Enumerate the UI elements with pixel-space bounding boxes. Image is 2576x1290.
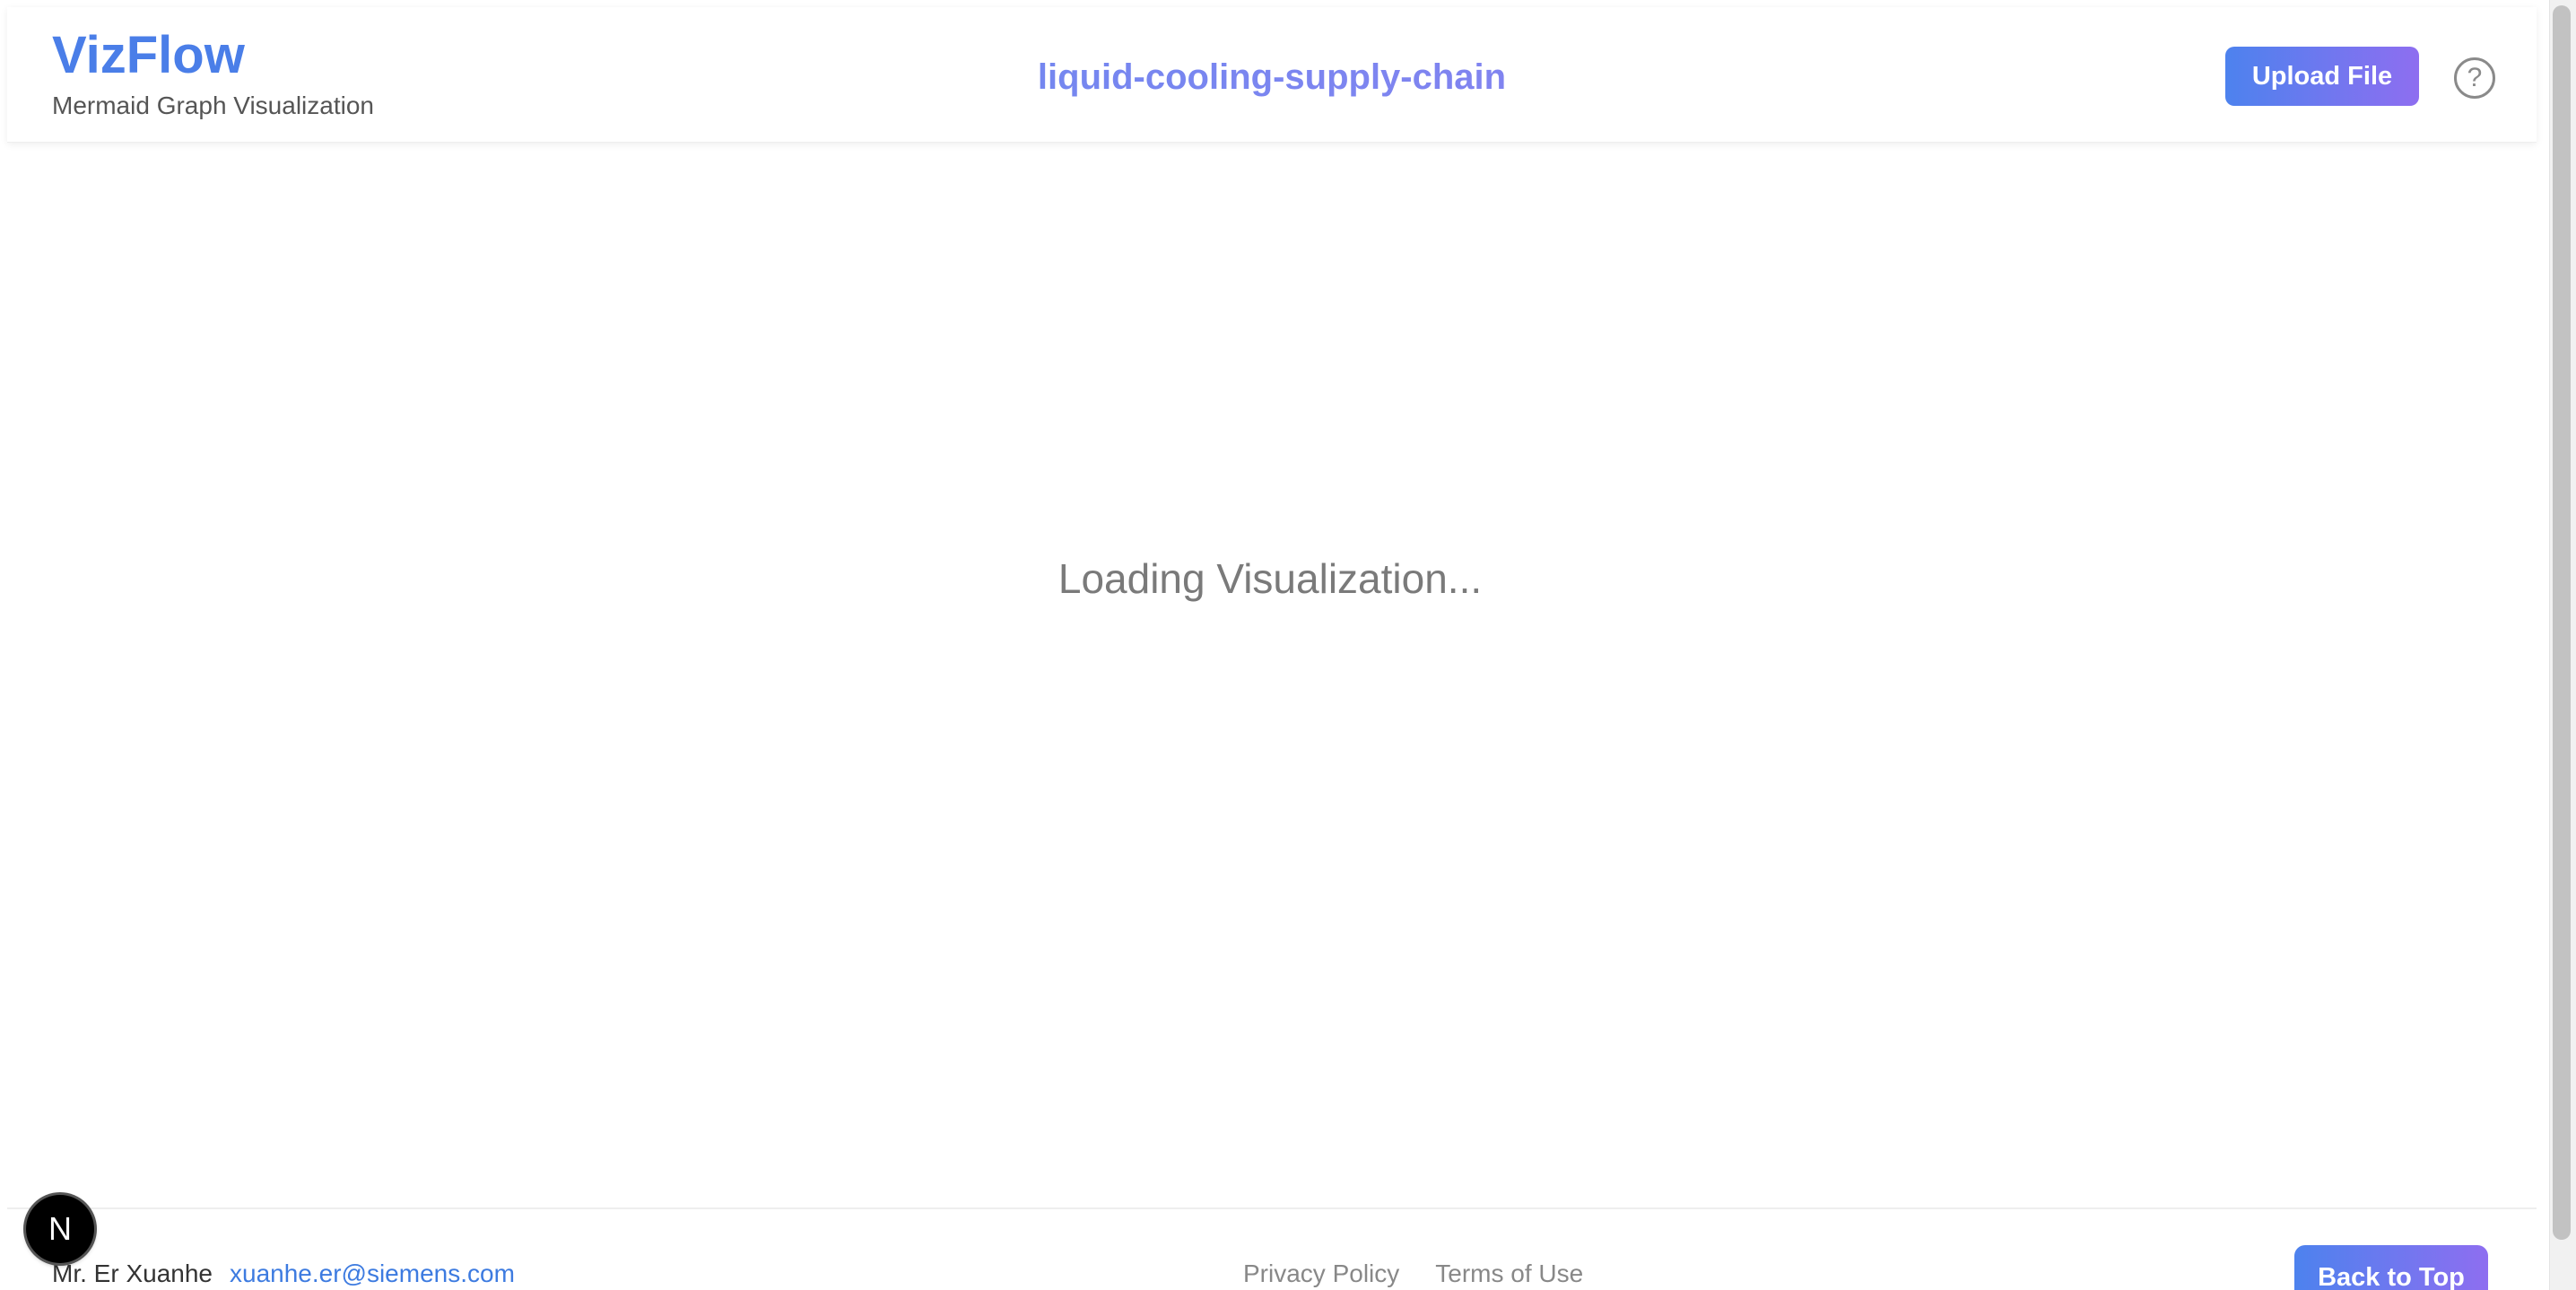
brand: VizFlow Mermaid Graph Visualization (52, 27, 374, 120)
app-footer: Mr. Er Xuanhe xuanhe.er@siemens.com Priv… (7, 1209, 2537, 1290)
author-email-link[interactable]: xuanhe.er@siemens.com (230, 1259, 515, 1288)
back-to-top-button[interactable]: Back to Top (2294, 1245, 2488, 1290)
help-icon-glyph: ? (2467, 63, 2483, 92)
loading-message: Loading Visualization... (1057, 555, 1483, 602)
scrollbar-thumb[interactable] (2553, 5, 2571, 1240)
privacy-policy-link[interactable]: Privacy Policy (1243, 1259, 1399, 1288)
author-name: Mr. Er Xuanhe (52, 1259, 213, 1287)
app-header: VizFlow Mermaid Graph Visualization liqu… (7, 7, 2537, 143)
page: VizFlow Mermaid Graph Visualization liqu… (0, 0, 2576, 1290)
footer-links: Privacy Policy Terms of Use (1243, 1259, 1583, 1288)
dev-badge-letter: N (48, 1210, 72, 1247)
app-title[interactable]: VizFlow (52, 27, 374, 84)
app-subtitle: Mermaid Graph Visualization (52, 91, 374, 119)
graph-title: liquid-cooling-supply-chain (7, 57, 2537, 98)
upload-file-button[interactable]: Upload File (2225, 47, 2419, 106)
terms-of-use-link[interactable]: Terms of Use (1435, 1259, 1583, 1288)
help-circle-icon[interactable]: ? (2454, 57, 2495, 99)
nextjs-logo-icon[interactable]: N (26, 1195, 94, 1263)
